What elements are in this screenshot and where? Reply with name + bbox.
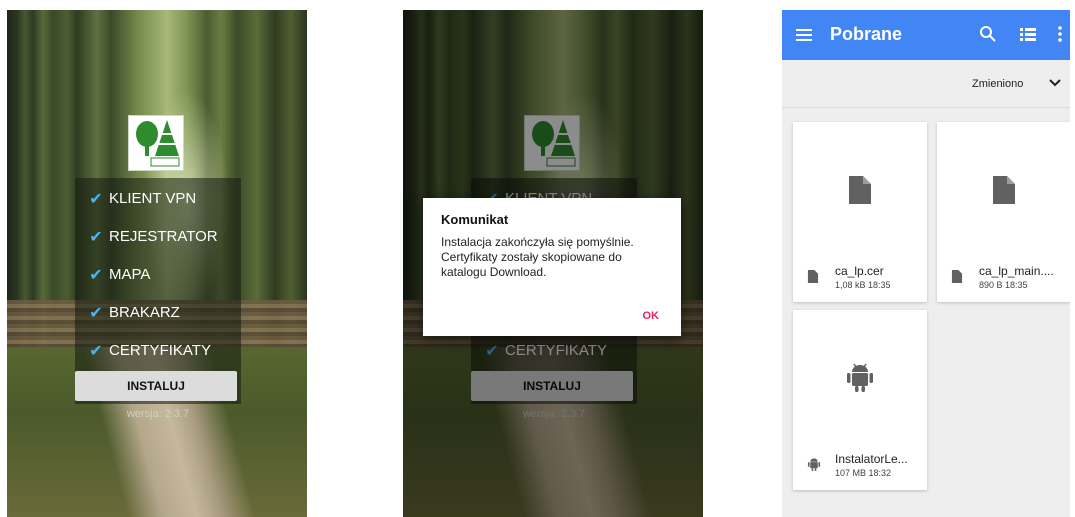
menu-icon[interactable] <box>794 25 816 45</box>
checkmark-icon: ✔ <box>89 226 103 246</box>
component-brakarz[interactable]: ✔ BRAKARZ <box>89 300 180 324</box>
installer-screen: ✔ KLIENT VPN ✔ REJESTRATOR ✔ MAPA ✔ BRAK… <box>7 10 307 517</box>
version-label: wersja: 2.3.7 <box>126 408 190 420</box>
file-meta: 1,08 kB 18:35 <box>835 280 891 290</box>
file-name: ca_lp.cer <box>835 264 884 278</box>
file-card[interactable]: ca_lp.cer 1,08 kB 18:35 <box>793 122 927 302</box>
file-card[interactable]: InstalatorLe... 107 MB 18:32 <box>793 310 927 490</box>
checkmark-icon: ✔ <box>89 302 103 322</box>
chevron-down-icon[interactable] <box>1048 76 1062 90</box>
sort-bar: Zmieniono <box>782 60 1070 108</box>
component-label: REJESTRATOR <box>109 227 218 245</box>
component-label: CERTYFIKATY <box>109 341 211 359</box>
dialog-title: Komunikat <box>441 212 509 227</box>
component-klient-vpn[interactable]: ✔ KLIENT VPN <box>89 186 196 210</box>
file-icon <box>849 176 871 204</box>
file-meta: 107 MB 18:32 <box>835 468 892 478</box>
checkmark-icon: ✔ <box>89 188 103 208</box>
list-view-icon[interactable] <box>1018 24 1038 44</box>
checkmark-icon: ✔ <box>89 340 103 360</box>
component-label: MAPA <box>109 265 151 283</box>
dialog-message: Instalacja zakończyła się pomyślnie. Cer… <box>441 235 634 279</box>
downloads-screen: Pobrane Zmieniono ca_lp.cer 1,08 kB 18:3… <box>782 10 1070 517</box>
component-rejestrator[interactable]: ✔ REJESTRATOR <box>89 224 218 248</box>
file-icon <box>993 176 1015 204</box>
android-icon <box>847 363 873 392</box>
search-icon[interactable] <box>978 24 998 44</box>
sort-label[interactable]: Zmieniono <box>972 78 1023 90</box>
app-bar: Pobrane <box>782 10 1070 60</box>
install-button[interactable]: INSTALUJ <box>75 371 237 401</box>
more-icon[interactable] <box>1056 24 1064 44</box>
file-icon <box>807 270 819 283</box>
message-dialog: Komunikat Instalacja zakończyła się pomy… <box>423 198 681 336</box>
file-card[interactable]: ca_lp_main.... 890 B 18:35 <box>937 122 1070 302</box>
file-name: InstalatorLe... <box>835 452 908 466</box>
component-label: BRAKARZ <box>109 303 180 321</box>
component-certyfikaty[interactable]: ✔ CERTYFIKATY <box>89 338 211 362</box>
installer-dialog-screen: ✔ KLIENT VPN ✔ CERTYFIKATY INSTALUJ wers… <box>403 10 703 517</box>
lesnik-logo <box>128 115 184 171</box>
file-meta: 890 B 18:35 <box>979 280 1028 290</box>
ok-button[interactable]: OK <box>643 310 660 322</box>
component-mapa[interactable]: ✔ MAPA <box>89 262 150 286</box>
component-label: KLIENT VPN <box>109 189 197 207</box>
file-icon <box>951 270 963 283</box>
components-panel: ✔ KLIENT VPN ✔ REJESTRATOR ✔ MAPA ✔ BRAK… <box>75 178 241 404</box>
checkmark-icon: ✔ <box>89 264 103 284</box>
page-title: Pobrane <box>830 24 903 44</box>
android-icon <box>807 458 821 472</box>
file-name: ca_lp_main.... <box>979 264 1054 278</box>
